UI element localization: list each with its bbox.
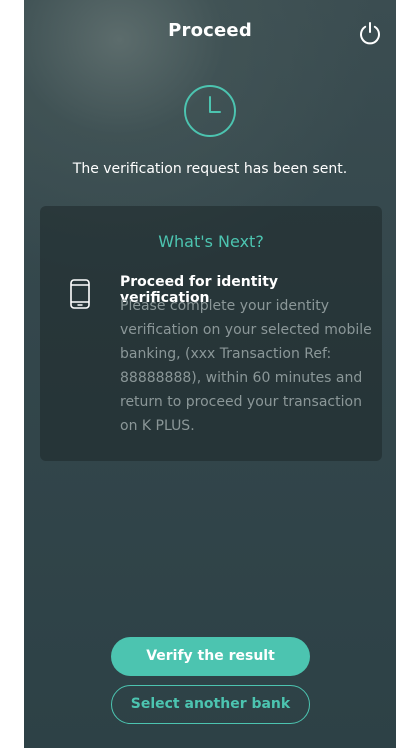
power-button[interactable] (357, 20, 383, 46)
app-screen: Proceed The verification request has bee… (24, 0, 396, 748)
clock-icon (183, 84, 237, 138)
whats-next-card: What's Next? Proceed for identity verifi… (40, 206, 382, 461)
mobile-phone-icon (70, 279, 90, 309)
verify-result-button[interactable]: Verify the result (111, 637, 310, 676)
power-icon (360, 22, 380, 45)
page-title: Proceed (168, 20, 252, 41)
step-description: Please complete your identity verificati… (120, 298, 372, 434)
status-message: The verification request has been sent. (72, 161, 348, 177)
select-another-bank-button[interactable]: Select another bank (111, 685, 310, 724)
card-heading: What's Next? (158, 232, 264, 251)
